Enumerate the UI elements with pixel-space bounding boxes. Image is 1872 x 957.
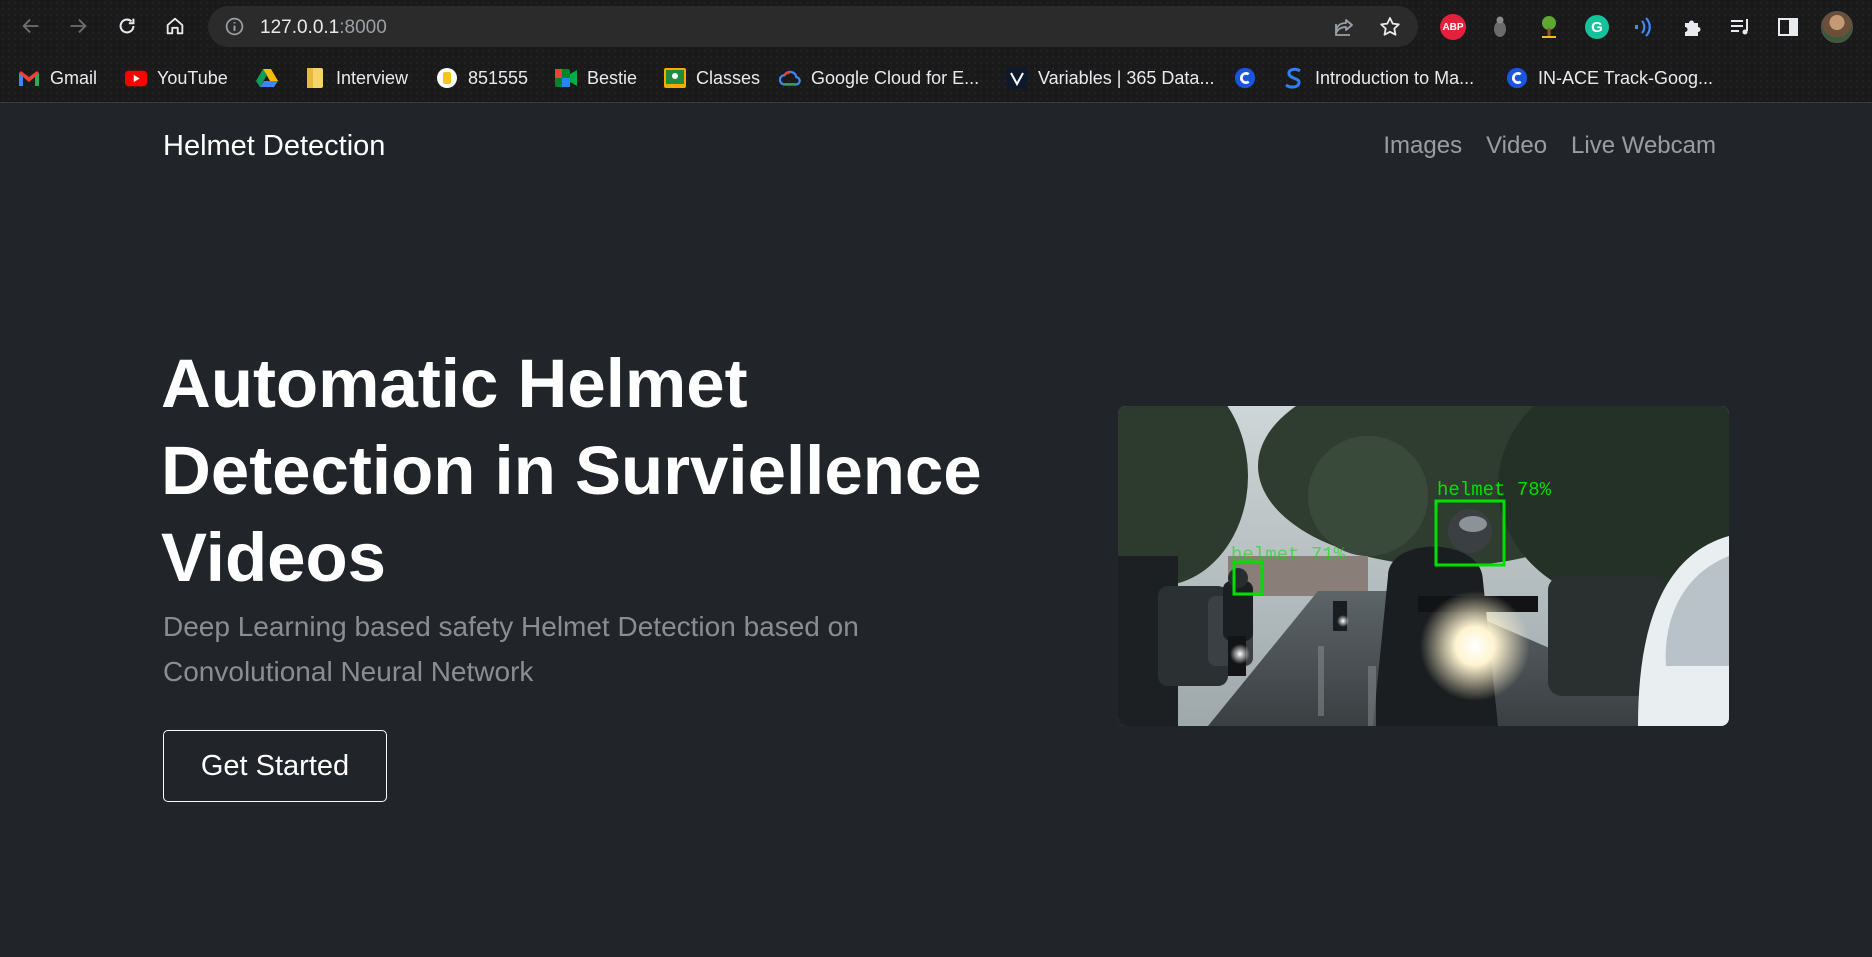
address-bar[interactable]: 127.0.0.1:8000 [208,6,1418,47]
url-text[interactable]: 127.0.0.1:8000 [260,17,387,39]
bookmark-gmail[interactable]: Gmail [18,64,97,92]
nav-link-images[interactable]: Images [1383,132,1462,160]
bookmark-label: Gmail [50,67,98,88]
navbar-brand[interactable]: Helmet Detection [163,130,385,163]
bookmark-label: IN-ACE Track-Goog... [1538,67,1714,88]
audio-extension[interactable] [1630,13,1658,41]
bug-icon [1494,16,1506,37]
bookmark-label: 851555 [468,67,529,88]
grammarly-icon: G [1585,15,1609,39]
bookmark-c-site[interactable] [1234,64,1256,92]
home-icon [166,17,184,35]
media-control-button[interactable] [1726,13,1754,41]
google-drive-icon [256,67,278,89]
bookmark-label: Bestie [587,67,638,88]
bookmark-label: Introduction to Ma... [1315,67,1475,88]
adblock-extension[interactable]: ABP [1439,13,1467,41]
puzzle-icon [1685,20,1701,36]
bookmark-label: Variables | 365 Data... [1038,67,1215,88]
classroom-icon [664,67,686,89]
bookmark-label: YouTube [157,67,228,88]
navbar-links: Images Video Live Webcam [1383,132,1716,160]
bookmark-youtube[interactable]: YouTube [125,64,228,92]
hero-detection-image: helmet 78% helmet 71% [1118,406,1729,726]
reload-button[interactable] [112,11,142,41]
bookmark-star-icon[interactable] [1378,15,1402,39]
browser-toolbar: 127.0.0.1:8000 ABP G [0,0,1872,54]
nav-link-live-webcam[interactable]: Live Webcam [1571,132,1716,160]
adblock-icon: ABP [1440,14,1466,40]
forward-button[interactable] [63,11,93,41]
url-host: 127.0.0.1 [260,17,340,38]
grammarly-extension[interactable]: G [1583,13,1611,41]
hero-subtitle: Deep Learning based safety Helmet Detect… [163,611,859,687]
bookmark-classes[interactable]: Classes [664,64,760,92]
bookmark-851555[interactable]: 851555 [436,64,528,92]
youtube-icon [125,67,147,89]
nav-link-video[interactable]: Video [1486,132,1547,160]
back-button[interactable] [16,11,46,41]
detection-label-2: helmet 71% [1231,544,1346,566]
forward-arrow-icon [70,18,87,34]
bookmark-label: Interview [336,67,409,88]
bookmark-label: Google Cloud for E... [811,67,980,88]
bookmark-365-data[interactable]: Variables | 365 Data... [1006,64,1214,92]
bookmark-in-ace-track[interactable]: IN-ACE Track-Goog... [1506,64,1713,92]
site-info-icon[interactable] [224,16,245,37]
bookmarks-bar: Gmail YouTube Interview 851555 Bestie Cl… [0,54,1872,103]
home-button[interactable] [160,11,190,41]
detection-label-1: helmet 78% [1437,479,1552,501]
url-port: :8000 [339,17,387,38]
google-cloud-icon [779,67,801,89]
hero-title: Automatic Helmet Detection in Surviellen… [161,345,982,596]
extensions-button[interactable] [1679,13,1707,41]
site-icon [436,67,458,89]
profile-avatar[interactable] [1821,11,1853,43]
media-queue-icon [1731,19,1748,35]
reload-icon [119,18,135,34]
c-site-icon [1506,67,1528,89]
motorcycle-street-scene: helmet 78% helmet 71% [1118,406,1729,726]
web-page: Helmet Detection Images Video Live Webca… [0,104,1872,957]
meet-icon [555,67,577,89]
back-arrow-icon [22,18,39,34]
bookmark-bestie[interactable]: Bestie [555,64,637,92]
c-site-icon [1234,67,1256,89]
side-panel-button[interactable] [1774,13,1802,41]
bookmark-google-drive[interactable] [256,64,278,92]
s-site-icon [1283,67,1305,89]
bookmark-introduction[interactable]: Introduction to Ma... [1283,64,1474,92]
share-icon[interactable] [1332,15,1356,39]
folder-icon [304,67,326,89]
get-started-button[interactable]: Get Started [163,730,387,802]
tree-extension[interactable] [1535,13,1563,41]
bookmark-interview[interactable]: Interview [304,64,408,92]
gmail-icon [18,67,40,89]
sound-wave-icon [1635,17,1651,37]
365-data-icon [1006,67,1028,89]
bookmark-google-cloud[interactable]: Google Cloud for E... [779,64,979,92]
side-panel-icon [1778,18,1798,36]
bookmark-label: Classes [696,67,761,88]
bug-extension[interactable] [1486,13,1514,41]
tree-icon [1542,16,1556,38]
